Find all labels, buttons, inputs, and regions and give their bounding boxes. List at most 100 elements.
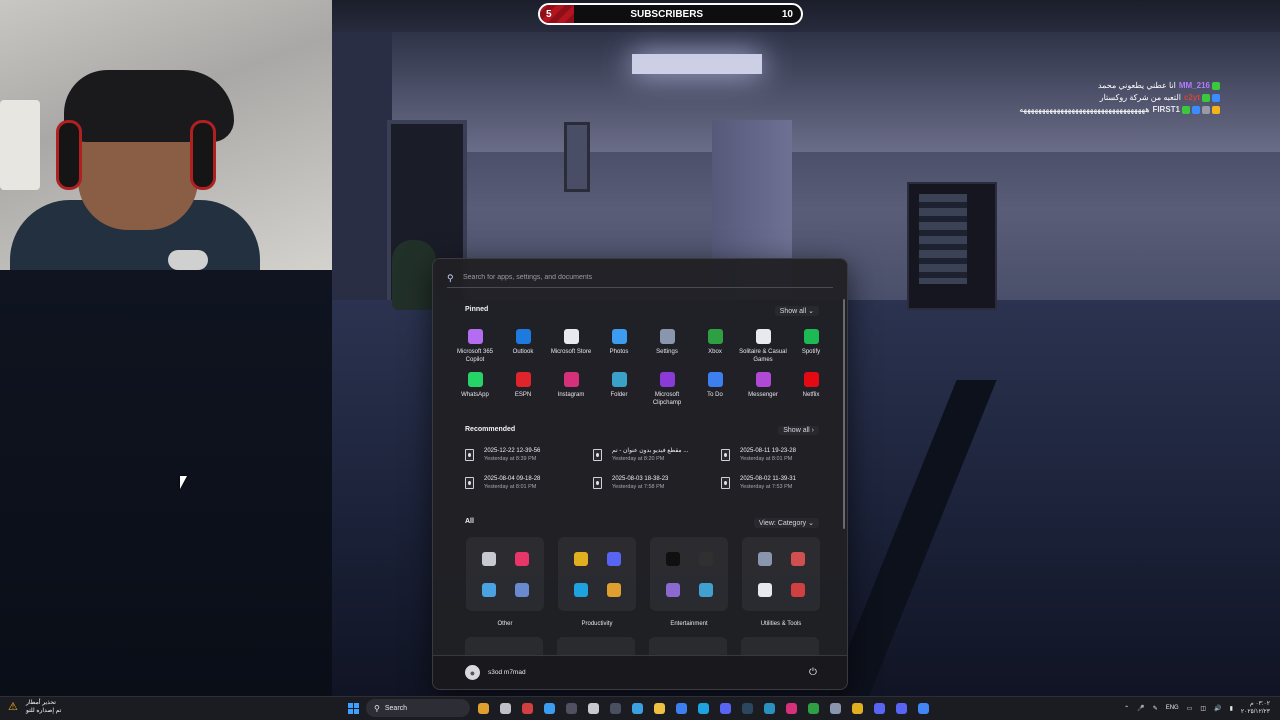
taskbar-app-icon[interactable] [914,699,932,717]
taskbar-app-icon[interactable] [562,699,580,717]
app-icon[interactable] [757,582,772,597]
microphone-icon[interactable]: 🎤 [1137,705,1144,712]
taskbar-app-icon[interactable] [716,699,734,717]
pinned-app[interactable]: Solitaire & Casual Games [739,329,787,364]
start-search-box[interactable]: ⚲ [447,268,833,288]
app-icon [829,702,841,714]
weather-widget[interactable]: ⚠ تحذير أمطار تم إصداره للتو [8,699,61,715]
pinned-app[interactable]: ESPN [499,372,547,407]
taskbar-app-icon[interactable] [892,699,910,717]
file-icon [593,449,602,461]
taskbar-app-icon[interactable] [474,699,492,717]
user-avatar[interactable]: ● [465,665,480,680]
app-icon[interactable] [573,551,588,566]
recommended-item[interactable]: 2025-12-22 12-39-56 Yesterday at 8:39 PM [465,447,593,463]
app-icon[interactable] [514,551,529,566]
pinned-app[interactable]: Microsoft 365 Copilot [451,329,499,364]
app-icon[interactable] [698,551,713,566]
taskbar-app-icon[interactable] [804,699,822,717]
webcam-feed [0,0,332,270]
pinned-app-label: Netflix [802,392,820,398]
taskbar-app-icon[interactable] [540,699,558,717]
pinned-app[interactable]: Settings [643,329,691,364]
taskbar-search[interactable]: ⚲ Search [366,699,470,717]
taskbar-app-icon[interactable] [848,699,866,717]
pinned-show-all-button[interactable]: Show all ⌄ [774,306,819,316]
recommended-item[interactable]: مقطع فيديو بدون عنوان - تم ... Yesterday … [593,447,721,463]
battery-icon[interactable]: ▮ [1230,705,1233,712]
taskbar-app-icon[interactable] [760,699,778,717]
category-folder[interactable]: Utilities & Tools [741,537,821,627]
taskbar-app-icon[interactable] [826,699,844,717]
volume-icon[interactable]: 🔊 [1214,705,1221,712]
category-folder[interactable]: Other [465,537,545,627]
recommended-file-name: مقطع فيديو بدون عنوان - تم ... [612,448,689,454]
app-icon[interactable] [790,551,805,566]
recommended-show-all-button[interactable]: Show all › [778,426,819,435]
pinned-app[interactable]: To Do [691,372,739,407]
pinned-app[interactable]: Microsoft Store [547,329,595,364]
app-icon[interactable] [698,582,713,597]
category-folder-icons[interactable] [650,537,728,611]
start-button[interactable] [344,699,362,717]
app-icon[interactable] [757,551,772,566]
app-icon[interactable] [665,582,680,597]
pinned-app[interactable]: Xbox [691,329,739,364]
app-icon[interactable] [606,551,621,566]
chevron-up-icon[interactable]: ⌃ [1124,705,1129,712]
recommended-title: Recommended [465,426,516,433]
app-icon[interactable] [481,582,496,597]
recommended-item[interactable]: 2025-08-03 18-38-23 Yesterday at 7:58 PM [593,475,721,491]
recommended-item[interactable]: 2025-08-04 09-18-28 Yesterday at 8:01 PM [465,475,593,491]
taskbar-app-icon[interactable] [606,699,624,717]
pinned-app[interactable]: Outlook [499,329,547,364]
chat-badge-icon [1202,93,1210,102]
pen-icon[interactable]: ✎ [1153,705,1158,712]
taskbar-app-icon[interactable] [782,699,800,717]
app-icon[interactable] [514,582,529,597]
network-icon[interactable]: ◫ [1200,705,1206,712]
taskbar-app-icon[interactable] [518,699,536,717]
pinned-app[interactable]: Photos [595,329,643,364]
taskbar-app-icon[interactable] [694,699,712,717]
file-icon [721,449,730,461]
app-icon[interactable] [790,582,805,597]
app-icon[interactable] [606,582,621,597]
category-folder-icons[interactable] [558,537,636,611]
app-icon[interactable] [573,582,588,597]
start-menu-scrollbar[interactable] [843,299,845,529]
taskbar-app-icon[interactable] [650,699,668,717]
category-folder[interactable]: Productivity [557,537,637,627]
taskbar-app-icon[interactable] [628,699,646,717]
taskbar-app-icon[interactable] [738,699,756,717]
app-icon[interactable] [665,551,680,566]
pinned-app[interactable]: Netflix [787,372,835,407]
weather-title: تحذير أمطار [26,700,56,706]
pinned-app[interactable]: Messenger [739,372,787,407]
recommended-item[interactable]: 2025-08-11 19-23-28 Yesterday at 8:01 PM [721,447,847,463]
view-category-button[interactable]: View: Category ⌄ [753,518,819,528]
taskbar-app-icon[interactable] [870,699,888,717]
category-folder[interactable]: Entertainment [649,537,729,627]
user-name[interactable]: s3od m7mad [488,669,807,676]
taskbar-app-icon[interactable] [496,699,514,717]
display-icon[interactable]: ▭ [1187,705,1193,712]
recommended-item[interactable]: 2025-08-02 11-39-31 Yesterday at 7:53 PM [721,475,847,491]
app-icon [873,702,885,714]
power-icon[interactable]: ⏻ [807,667,819,679]
taskbar-center: ⚲ Search [344,699,932,717]
start-search-input[interactable] [463,274,833,281]
pinned-app[interactable]: WhatsApp [451,372,499,407]
pinned-app[interactable]: Spotify [787,329,835,364]
taskbar-app-icon[interactable] [584,699,602,717]
category-folder-icons[interactable] [466,537,544,611]
pinned-app[interactable]: Instagram [547,372,595,407]
pinned-app[interactable]: Folder [595,372,643,407]
pinned-app[interactable]: Microsoft Clipchamp [643,372,691,407]
clock[interactable]: ٠٣:٠٢ م ٢٠٢٥/١٢/٢٣ [1241,700,1270,716]
language-indicator[interactable]: ENG [1166,705,1179,711]
recommended-header: Recommended Show all › [465,426,819,435]
taskbar-app-icon[interactable] [672,699,690,717]
category-folder-icons[interactable] [742,537,820,611]
app-icon[interactable] [481,551,496,566]
